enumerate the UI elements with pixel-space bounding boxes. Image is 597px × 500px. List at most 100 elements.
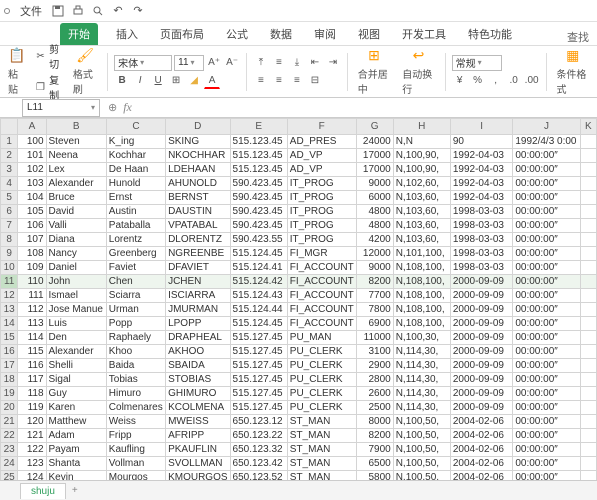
paste-button[interactable]: 📋 粘贴 xyxy=(4,49,30,95)
cell[interactable]: PU_MAN xyxy=(287,331,356,345)
cell[interactable]: Ernst xyxy=(106,191,165,205)
cell[interactable]: N,108,100, xyxy=(393,275,450,289)
align-left-icon[interactable]: ≡ xyxy=(253,73,269,89)
cell[interactable] xyxy=(580,331,596,345)
row-header[interactable]: 9 xyxy=(1,247,18,261)
cell[interactable]: 90 xyxy=(450,135,512,149)
cell[interactable]: 2000-09-09 xyxy=(450,303,512,317)
cell[interactable]: ST_MAN xyxy=(287,457,356,471)
row-header[interactable]: 3 xyxy=(1,163,18,177)
cell[interactable]: N,100,90, xyxy=(393,163,450,177)
row-header[interactable]: 8 xyxy=(1,233,18,247)
cell[interactable]: 00:00:00″ xyxy=(513,219,580,233)
tab-公式[interactable]: 公式 xyxy=(222,23,252,45)
cell[interactable]: 11000 xyxy=(356,331,393,345)
fx-icon[interactable]: ⊕ xyxy=(108,101,117,114)
copy-icon[interactable]: ❐ xyxy=(34,79,47,95)
cell[interactable]: Matthew xyxy=(46,415,106,429)
cell[interactable]: 110 xyxy=(18,275,46,289)
cell[interactable]: FI_ACCOUNT xyxy=(287,261,356,275)
cell[interactable]: 103 xyxy=(18,177,46,191)
cell[interactable] xyxy=(580,149,596,163)
col-header-B[interactable]: B xyxy=(46,119,106,135)
indent-increase-icon[interactable]: ⇥ xyxy=(325,55,341,71)
cell[interactable]: 00:00:00″ xyxy=(513,247,580,261)
cell[interactable]: 117 xyxy=(18,373,46,387)
row-header[interactable]: 1 xyxy=(1,135,18,149)
cell[interactable]: K_ing xyxy=(106,135,165,149)
cell[interactable]: SKING xyxy=(166,135,230,149)
cell[interactable]: 515.127.45 xyxy=(230,387,287,401)
cell[interactable]: David xyxy=(46,205,106,219)
cell[interactable]: Raphaely xyxy=(106,331,165,345)
cell[interactable]: FI_ACCOUNT xyxy=(287,289,356,303)
row-header[interactable]: 23 xyxy=(1,443,18,457)
row-header[interactable]: 15 xyxy=(1,331,18,345)
cell[interactable]: Lex xyxy=(46,163,106,177)
cell[interactable]: 1992-04-03 xyxy=(450,149,512,163)
cell[interactable]: 114 xyxy=(18,331,46,345)
cell[interactable]: PU_CLERK xyxy=(287,345,356,359)
cell[interactable]: 00:00:00″ xyxy=(513,359,580,373)
cell[interactable]: 8200 xyxy=(356,429,393,443)
number-format-select[interactable]: 常规▾ xyxy=(452,55,502,71)
cell[interactable]: 00:00:00″ xyxy=(513,415,580,429)
cell[interactable]: 7900 xyxy=(356,443,393,457)
cell[interactable]: JMURMAN xyxy=(166,303,230,317)
cell[interactable]: Kochhar xyxy=(106,149,165,163)
cell[interactable]: 2000-09-09 xyxy=(450,387,512,401)
row-header[interactable]: 2 xyxy=(1,149,18,163)
cell[interactable]: 101 xyxy=(18,149,46,163)
col-header-A[interactable]: A xyxy=(18,119,46,135)
cell[interactable]: 00:00:00″ xyxy=(513,429,580,443)
col-header-G[interactable]: G xyxy=(356,119,393,135)
cell[interactable]: Karen xyxy=(46,401,106,415)
cell[interactable]: 7700 xyxy=(356,289,393,303)
cell[interactable]: 104 xyxy=(18,191,46,205)
cell[interactable]: 650.123.22 xyxy=(230,429,287,443)
cell[interactable]: 118 xyxy=(18,387,46,401)
cell[interactable]: 2000-09-09 xyxy=(450,275,512,289)
cell[interactable]: Hunold xyxy=(106,177,165,191)
cell[interactable]: 6000 xyxy=(356,191,393,205)
cell[interactable]: Pataballa xyxy=(106,219,165,233)
cell[interactable]: N,114,30, xyxy=(393,345,450,359)
cell[interactable]: N,100,50, xyxy=(393,415,450,429)
cell[interactable]: 00:00:00″ xyxy=(513,163,580,177)
cell[interactable]: MWEISS xyxy=(166,415,230,429)
format-painter-button[interactable]: 🖌 格式刷 xyxy=(69,49,101,95)
cell[interactable]: Colmenares xyxy=(106,401,165,415)
cell[interactable]: 123 xyxy=(18,457,46,471)
cell[interactable]: IT_PROG xyxy=(287,191,356,205)
cell[interactable]: Kaufling xyxy=(106,443,165,457)
cell[interactable]: 00:00:00″ xyxy=(513,317,580,331)
cell[interactable]: DAUSTIN xyxy=(166,205,230,219)
cell[interactable]: 8200 xyxy=(356,275,393,289)
row-header[interactable]: 4 xyxy=(1,177,18,191)
cell[interactable]: 2000-09-09 xyxy=(450,331,512,345)
cell[interactable]: John xyxy=(46,275,106,289)
name-box[interactable]: L11▾ xyxy=(22,99,100,117)
cell[interactable]: 00:00:00″ xyxy=(513,205,580,219)
cell[interactable]: 4800 xyxy=(356,205,393,219)
cell[interactable]: Alexander xyxy=(46,345,106,359)
cell[interactable] xyxy=(580,359,596,373)
cell[interactable]: 00:00:00″ xyxy=(513,457,580,471)
cell[interactable]: FI_ACCOUNT xyxy=(287,275,356,289)
cell[interactable]: Vollman xyxy=(106,457,165,471)
find-menu[interactable]: 查找 xyxy=(567,29,589,45)
cell[interactable]: DFAVIET xyxy=(166,261,230,275)
cell[interactable]: Shanta xyxy=(46,457,106,471)
row-header[interactable]: 11 xyxy=(1,275,18,289)
cell[interactable]: 2000-09-09 xyxy=(450,401,512,415)
cell[interactable]: Tobias xyxy=(106,373,165,387)
col-header-F[interactable]: F xyxy=(287,119,356,135)
cell[interactable] xyxy=(580,429,596,443)
cell[interactable]: 2000-09-09 xyxy=(450,345,512,359)
row-header[interactable]: 24 xyxy=(1,457,18,471)
cell[interactable]: 515.124.45 xyxy=(230,317,287,331)
cell[interactable]: 2800 xyxy=(356,373,393,387)
align-top-icon[interactable]: ⤒ xyxy=(253,55,269,71)
cell[interactable]: Austin xyxy=(106,205,165,219)
cell[interactable]: N,103,60, xyxy=(393,205,450,219)
